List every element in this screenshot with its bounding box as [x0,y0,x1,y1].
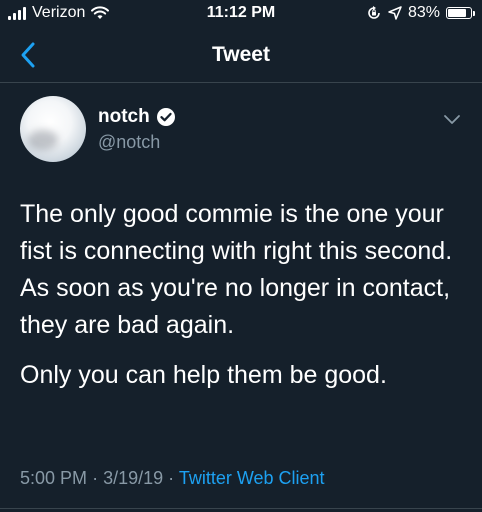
page-title: Tweet [212,43,270,66]
tweet-time: 5:00 PM [20,468,88,488]
tweet-date: 3/19/19 [103,468,164,488]
avatar[interactable] [20,96,86,162]
tweet-header: notch @notch [0,96,482,166]
display-name[interactable]: notch [98,106,150,128]
chevron-down-icon[interactable] [442,112,462,126]
verified-badge-icon [156,108,175,126]
meta-separator: · [168,468,175,488]
divider [0,508,482,509]
author-name-row[interactable]: notch [98,106,176,128]
tweet-meta: 5:00 PM · 3/19/19 · Twitter Web Client [20,468,325,489]
location-icon [388,6,402,20]
battery-percent: 83% [407,4,440,21]
user-handle[interactable]: @notch [98,132,160,153]
status-bar: Verizon 11:12 PM 83% [0,0,482,30]
status-right: 83% [366,4,475,22]
rotation-lock-icon [368,6,380,19]
tweet-text: The only good commie is the one your fis… [20,196,470,394]
tweet-line: The only good commie is the one your fis… [20,200,453,265]
tweet-line: As soon as you're no longer in contact, … [20,274,451,339]
nav-bar: Tweet [0,30,482,83]
client-link[interactable]: Twitter Web Client [179,468,325,488]
battery-icon [446,7,475,19]
meta-separator: · [92,468,99,488]
tweet-line: Only you can help them be good. [20,361,387,389]
